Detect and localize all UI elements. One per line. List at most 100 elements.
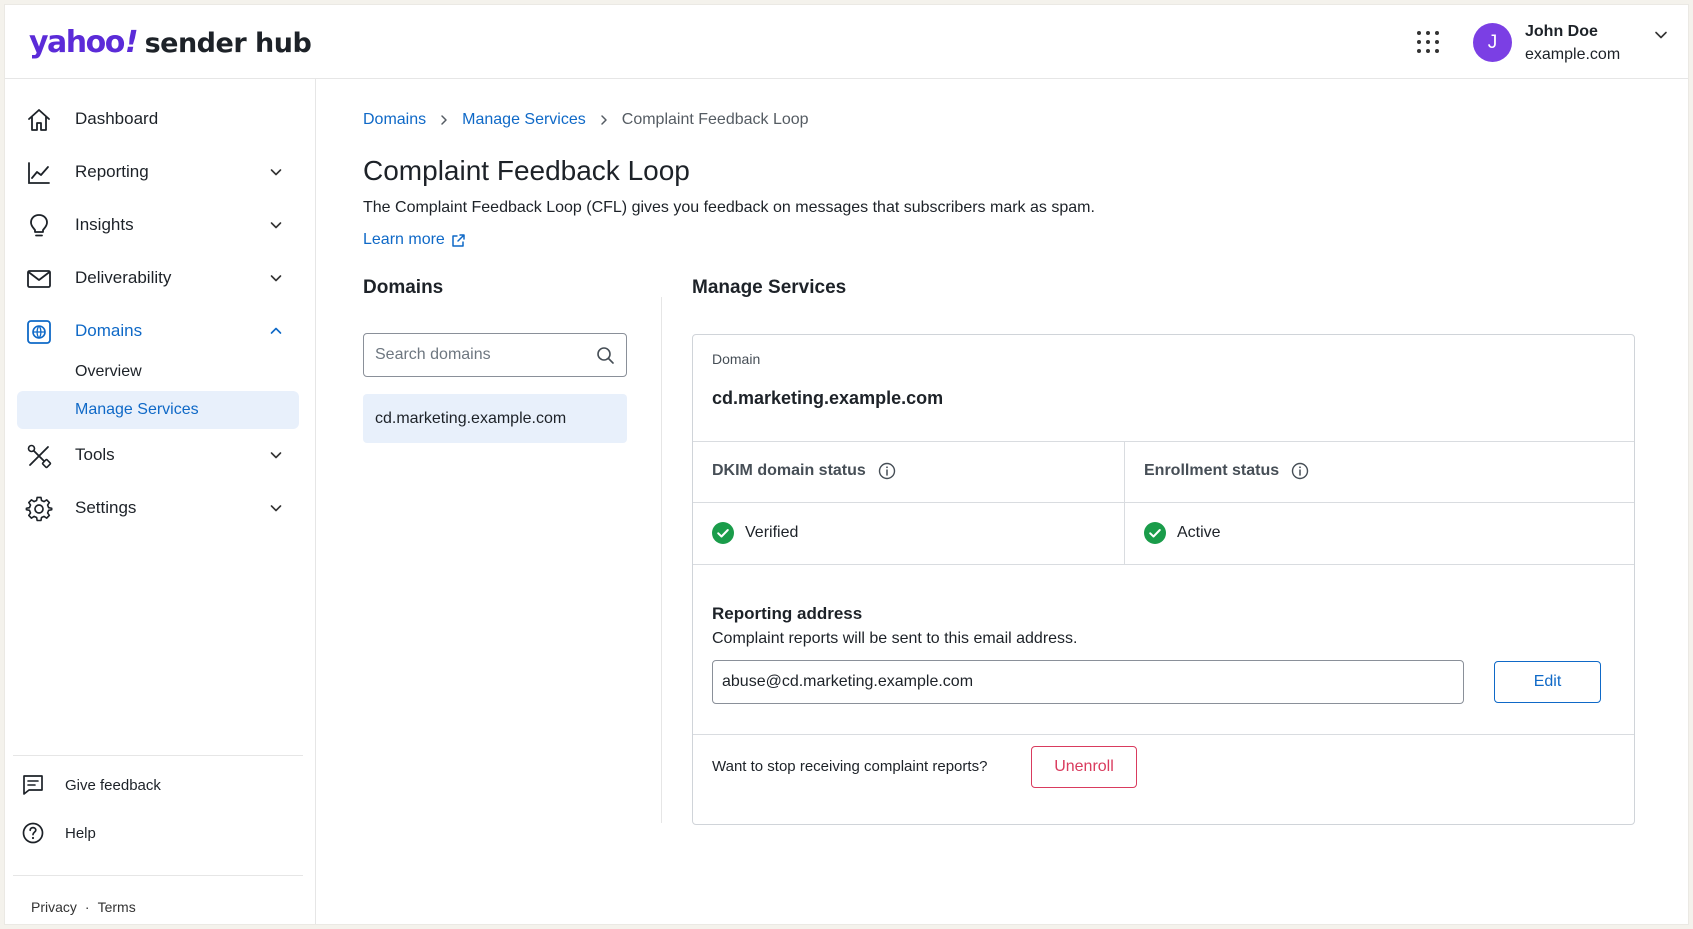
chevron-down-icon — [270, 505, 282, 512]
user-org: example.com — [1525, 46, 1621, 63]
enrollment-status-value: Active — [1144, 522, 1221, 544]
card-divider — [693, 441, 1634, 442]
dkim-status-value: Verified — [712, 522, 798, 544]
learn-more-link[interactable]: Learn more — [363, 231, 466, 249]
breadcrumb-domains[interactable]: Domains — [363, 111, 426, 129]
sidebar-subitem-label: Manage Services — [75, 401, 199, 418]
page-description: The Complaint Feedback Loop (CFL) gives … — [363, 199, 1095, 216]
card-divider — [693, 734, 1634, 735]
breadcrumb-current: Complaint Feedback Loop — [621, 111, 809, 128]
avatar[interactable]: J — [1473, 23, 1512, 62]
logo-yahoo-text: yahoo — [29, 25, 125, 60]
sidebar-item-label: Deliverability — [75, 268, 172, 287]
sidebar-item-label: Insights — [75, 215, 134, 234]
lightbulb-icon — [30, 214, 48, 237]
sidebar-item-domains[interactable]: Domains — [17, 311, 303, 351]
apps-grid-icon[interactable] — [1417, 31, 1439, 53]
unenroll-prompt: Want to stop receiving complaint reports… — [712, 758, 988, 775]
sidebar-item-dashboard[interactable]: Dashboard — [17, 99, 303, 139]
chart-icon — [28, 162, 50, 184]
feedback-icon — [23, 775, 43, 795]
chevron-down-icon — [270, 169, 282, 176]
chevron-right-icon — [441, 115, 447, 125]
help-link[interactable]: Help — [21, 818, 96, 848]
manage-services-card: Domain cd.marketing.example.com DKIM dom… — [692, 334, 1635, 825]
chevron-down-icon — [270, 452, 282, 459]
check-circle-icon — [1144, 522, 1166, 544]
chevron-down-icon — [270, 222, 282, 229]
gear-icon — [25, 496, 53, 522]
sidebar-subitem-label: Overview — [75, 363, 142, 380]
chevron-up-icon — [270, 327, 282, 334]
privacy-link[interactable]: Privacy — [31, 899, 77, 915]
domain-value: cd.marketing.example.com — [712, 388, 944, 408]
sidebar-subitem-overview[interactable]: Overview — [17, 353, 299, 391]
edit-button[interactable]: Edit — [1494, 661, 1601, 703]
home-icon — [28, 109, 50, 131]
mail-icon — [27, 270, 51, 288]
info-icon[interactable] — [1291, 462, 1309, 480]
logo-bang-text: ! — [124, 25, 139, 60]
breadcrumb-manage-services[interactable]: Manage Services — [462, 111, 586, 129]
top-header: yahoo ! sender hub J John Doe example.co… — [5, 5, 1688, 79]
domains-heading: Domains — [363, 277, 444, 298]
logo-product-text: sender hub — [144, 28, 312, 59]
search-domains-box — [363, 333, 627, 377]
dkim-status-text: Verified — [745, 524, 799, 541]
chevron-down-icon — [270, 275, 282, 282]
help-label: Help — [65, 824, 96, 842]
sidebar-item-deliverability[interactable]: Deliverability — [17, 258, 303, 298]
sidebar-item-settings[interactable]: Settings — [17, 488, 303, 528]
manage-services-heading: Manage Services — [692, 277, 847, 298]
user-name: John Doe — [1525, 23, 1598, 40]
check-circle-icon — [712, 522, 734, 544]
sidebar-divider — [13, 755, 303, 756]
breadcrumb: Domains Manage Services Complaint Feedba… — [363, 111, 809, 129]
domain-list-item[interactable]: cd.marketing.example.com — [363, 394, 627, 443]
sidebar-item-reporting[interactable]: Reporting — [17, 152, 303, 192]
legal-separator: · — [84, 899, 90, 915]
app-window: yahoo ! sender hub J John Doe example.co… — [4, 4, 1689, 925]
legal-links: Privacy · Terms — [31, 899, 136, 915]
chevron-right-icon — [601, 115, 607, 125]
search-icon[interactable] — [596, 346, 615, 365]
sidebar-item-label: Reporting — [75, 162, 149, 181]
external-link-icon — [452, 233, 465, 247]
give-feedback-link[interactable]: Give feedback — [21, 770, 161, 800]
give-feedback-label: Give feedback — [65, 776, 161, 794]
page-title: Complaint Feedback Loop — [363, 155, 690, 186]
search-input[interactable] — [364, 334, 626, 376]
sidebar-item-label: Settings — [75, 498, 137, 517]
card-divider — [693, 502, 1634, 503]
yahoo-sender-hub-logo[interactable]: yahoo ! sender hub — [29, 25, 312, 60]
enrollment-status-text: Active — [1177, 524, 1221, 541]
enrollment-status-label: Enrollment status — [1144, 462, 1280, 479]
sidebar-subitem-manage-services[interactable]: Manage Services — [17, 391, 299, 429]
reporting-email-field — [712, 660, 1464, 704]
dkim-status-heading: DKIM domain status — [712, 462, 896, 480]
domains-icon — [27, 320, 51, 344]
sidebar-divider — [13, 875, 303, 876]
chevron-down-icon[interactable] — [1653, 27, 1669, 43]
sidebar: Dashboard Reporting Insights Deliverabil… — [5, 79, 316, 924]
learn-more-label: Learn more — [363, 231, 445, 248]
reporting-email-input[interactable] — [713, 661, 1463, 703]
sidebar-item-label: Dashboard — [75, 109, 159, 128]
unenroll-button[interactable]: Unenroll — [1031, 746, 1137, 788]
sidebar-item-insights[interactable]: Insights — [17, 205, 303, 245]
sidebar-item-tools[interactable]: Tools — [17, 435, 303, 475]
sidebar-item-label: Domains — [75, 321, 143, 340]
sidebar-item-label: Tools — [75, 445, 115, 464]
reporting-address-title: Reporting address — [712, 604, 863, 623]
main-content: Domains Manage Services Complaint Feedba… — [317, 79, 1688, 924]
domain-label: Domain — [712, 351, 761, 367]
enrollment-status-heading: Enrollment status — [1144, 462, 1309, 480]
column-divider — [661, 297, 662, 823]
reporting-address-description: Complaint reports will be sent to this e… — [712, 630, 1078, 647]
dkim-status-label: DKIM domain status — [712, 462, 866, 479]
info-icon[interactable] — [878, 462, 896, 480]
tools-icon — [27, 444, 52, 469]
help-icon — [22, 822, 44, 844]
terms-link[interactable]: Terms — [98, 899, 136, 915]
card-divider — [693, 564, 1634, 565]
